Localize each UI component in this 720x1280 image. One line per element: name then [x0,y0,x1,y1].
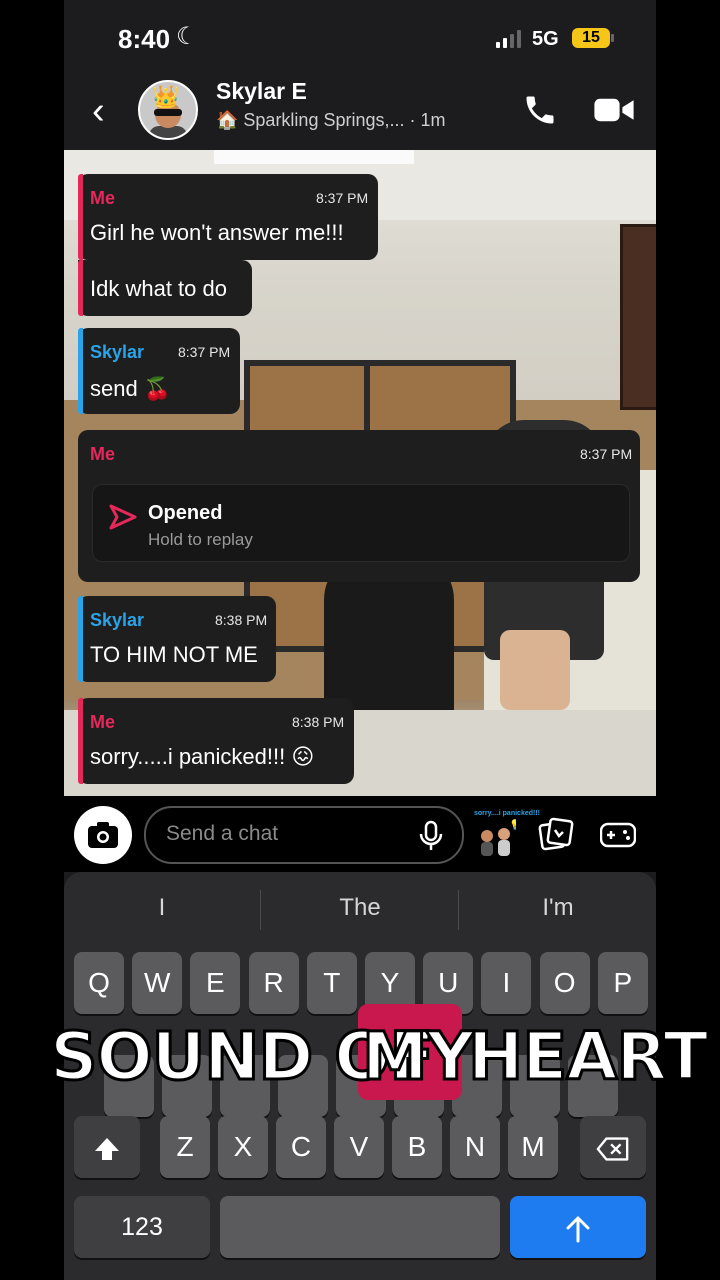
suggestion-1[interactable]: I [64,894,260,922]
caption-overlay: SOUND OF MY HEART [0,1010,720,1100]
timestamp: 8:37 PM [316,190,369,206]
shift-icon [95,1137,119,1160]
key-p[interactable]: P [597,952,648,1014]
message-text: sorry.....i panicked!!! 😖 [90,744,315,769]
last-seen: · 1m [409,110,446,130]
bitmoji-icon: 💡 [481,818,521,856]
key-i[interactable]: I [481,952,532,1014]
key-t[interactable]: T [306,952,357,1014]
sender-label: Me [90,188,116,208]
battery-icon: 15 [572,28,614,48]
timestamp: 8:38 PM [215,612,268,628]
sender-label: Skylar [90,342,145,362]
games-icon[interactable] [600,820,636,850]
opened-snap-icon [109,504,137,530]
sender-label: Me [90,444,116,464]
timestamp: 8:37 PM [580,446,633,462]
key-b[interactable]: B [392,1116,442,1178]
backspace-key[interactable] [580,1116,646,1178]
message-text: send 🍒 [90,376,172,401]
message-bubble-me[interactable]: Me 8:38 PM sorry.....i panicked!!! 😖 [78,698,354,784]
message-bubble-skylar[interactable]: Skylar 8:37 PM send 🍒 [78,328,240,414]
chat-header: ‹ 👑 Skylar E 🏠 Sparkling Springs,... · 1… [64,70,656,150]
key-z[interactable]: Z [160,1116,210,1178]
memories-icon[interactable] [538,816,574,852]
suggestion-3[interactable]: I'm [460,894,656,922]
key-q[interactable]: Q [74,952,124,1014]
camera-button[interactable] [74,806,132,864]
video-call-icon[interactable] [594,96,634,124]
send-key[interactable] [510,1196,646,1258]
message-text: Girl he won't answer me!!! [90,220,344,245]
message-bubble-me[interactable]: Idk what to do [78,260,252,316]
microphone-icon[interactable] [416,820,446,852]
key-c[interactable]: C [276,1116,326,1178]
key-o[interactable]: O [539,952,590,1014]
message-text: Idk what to do [90,276,227,301]
timestamp: 8:37 PM [178,344,231,360]
location-text: 🏠 Sparkling Springs,... [216,110,405,130]
back-button[interactable]: ‹ [92,92,105,130]
space-key[interactable] [220,1196,500,1258]
moon-icon: ☾ [176,23,198,50]
svg-text:💡: 💡 [509,818,516,831]
numbers-key[interactable]: 123 [74,1196,210,1258]
suggestion-2[interactable]: The [262,894,458,922]
snap-hint: Hold to replay [148,530,253,549]
phone-call-icon[interactable] [522,92,558,128]
contact-location: 🏠 Sparkling Springs,... · 1m [216,110,446,131]
key-r[interactable]: R [248,952,299,1014]
chat-input[interactable]: Send a chat [144,806,464,864]
compose-bar: Send a chat sorry....i panicked!!! 💡 [64,796,656,872]
shift-key[interactable] [74,1116,140,1178]
key-m[interactable]: M [508,1116,558,1178]
status-bar: 8:40 ☾ 5G 15 [64,0,656,70]
clock: 8:40 [118,24,171,54]
bitmoji-sticker-button[interactable]: sorry....i panicked!!! 💡 [474,810,540,858]
sender-label: Me [90,712,116,732]
timestamp: 8:38 PM [292,714,345,730]
key-v[interactable]: V [334,1116,384,1178]
key-n[interactable]: N [450,1116,500,1178]
backspace-icon [596,1137,629,1161]
camera-icon [88,822,118,848]
arrow-up-icon [566,1216,590,1243]
sender-label: Skylar [90,610,145,630]
snap-status: Opened [148,502,223,524]
sticker-caption: sorry....i panicked!!! [474,810,540,817]
key-e[interactable]: E [190,952,241,1014]
contact-name[interactable]: Skylar E [216,78,307,105]
avatar[interactable]: 👑 [138,80,198,140]
message-bubble-me[interactable]: Me 8:37 PM Girl he won't answer me!!! [78,174,378,260]
caption-highlight-word: MY [360,1017,476,1097]
caption-text: HEART [466,1017,709,1097]
chat-input-placeholder: Send a chat [166,822,279,845]
key-x[interactable]: X [218,1116,268,1178]
key-w[interactable]: W [132,952,183,1014]
signal-icon [496,30,521,48]
message-text: TO HIM NOT ME [90,642,258,667]
network-label: 5G [532,28,559,50]
chat-thread[interactable]: Me 8:37 PM Girl he won't answer me!!! Id… [64,150,656,796]
message-bubble-skylar[interactable]: Skylar 8:38 PM TO HIM NOT ME [78,596,276,682]
